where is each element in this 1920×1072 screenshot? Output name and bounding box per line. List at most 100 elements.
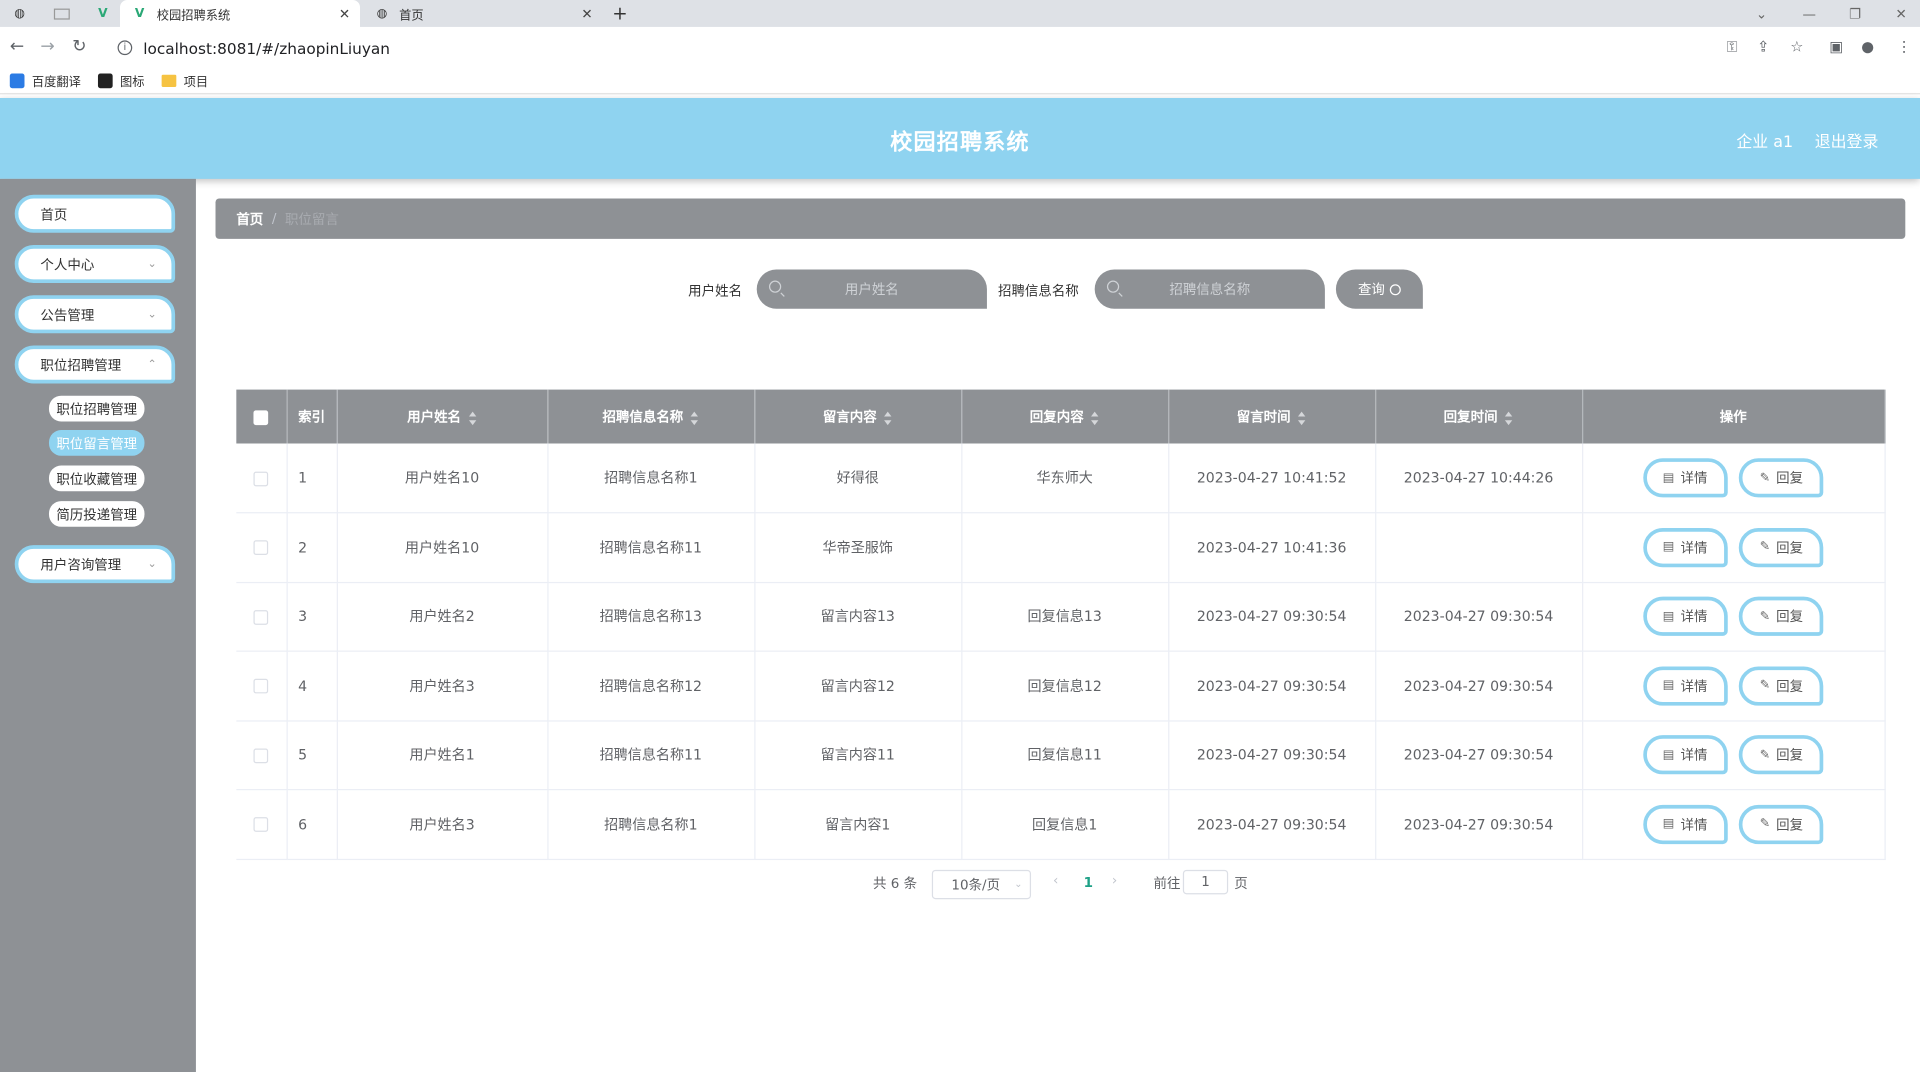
prev-page-icon[interactable]: ‹ (1053, 872, 1058, 888)
breadcrumb-home[interactable]: 首页 (236, 209, 263, 229)
search-icon (1389, 283, 1401, 295)
header-content[interactable]: 留言内容 (754, 389, 962, 444)
share-icon[interactable]: ⇪ (1757, 38, 1769, 55)
sidepanel-icon[interactable]: ▣ (1829, 38, 1843, 55)
row-checkbox[interactable] (253, 540, 269, 556)
profile-icon[interactable]: ● (1861, 38, 1874, 55)
header-label: 留言时间 (1236, 409, 1291, 426)
reply-button[interactable]: ✎ 回复 (1739, 527, 1824, 567)
page-size-select[interactable]: 10条/页 ⌄ (931, 869, 1032, 900)
search-job-input[interactable]: 招聘信息名称 (1094, 269, 1325, 309)
row-checkbox[interactable] (253, 817, 269, 833)
header-index: 索引 (286, 389, 338, 444)
header-label: 用户姓名 (407, 409, 462, 426)
sidebar-item-consult[interactable]: 用户咨询管理 ⌄ (14, 545, 176, 584)
next-page-icon[interactable]: › (1112, 872, 1117, 888)
detail-button[interactable]: ▤ 详情 (1642, 596, 1728, 637)
cell-reply-time: 2023-04-27 09:30:54 (1375, 720, 1583, 791)
tab-blank[interactable] (42, 0, 84, 27)
restore-icon[interactable]: ❐ (1849, 0, 1861, 27)
row-checkbox[interactable] (253, 471, 269, 486)
new-tab-icon[interactable]: + (612, 0, 636, 27)
bookmark-baidu-translate[interactable]: 百度翻译 (9, 71, 81, 89)
page-number-current[interactable]: 1 (1084, 875, 1093, 891)
bookmark-project[interactable]: 项目 (161, 71, 208, 89)
minimize-icon[interactable]: — (1802, 0, 1815, 27)
row-select-cell (236, 651, 288, 721)
row-checkbox[interactable] (253, 748, 269, 763)
row-checkbox[interactable] (253, 609, 269, 625)
query-button[interactable]: 查询 (1335, 269, 1423, 309)
reply-button[interactable]: ✎ 回复 (1739, 596, 1824, 637)
url-field[interactable]: i localhost:8081/#/zhaopinLiuyan (103, 33, 1732, 62)
more-icon[interactable]: ⋮ (1897, 38, 1912, 55)
breadcrumb: 首页 / 职位留言 (215, 198, 1906, 239)
goto-label: 前往 (1153, 875, 1181, 892)
close-icon[interactable]: ✕ (339, 6, 350, 22)
star-icon[interactable]: ☆ (1790, 38, 1803, 55)
sidebar-subitem-job-message[interactable]: 职位留言管理 (48, 430, 145, 456)
detail-button[interactable]: ▤ 详情 (1642, 666, 1728, 706)
table-row: 6 用户姓名3 招聘信息名称1 留言内容1 回复信息1 2023-04-27 0… (236, 789, 1886, 860)
sort-icon[interactable] (884, 411, 893, 425)
cell-reply-time: 2023-04-27 10:44:26 (1375, 443, 1583, 514)
header-job[interactable]: 招聘信息名称 (547, 389, 755, 444)
user-name[interactable]: 企业 a1 (1736, 129, 1793, 152)
bookmark-icon (97, 72, 113, 88)
sidebar-item-profile[interactable]: 个人中心 ⌄ (14, 245, 176, 284)
reload-icon[interactable]: ↻ (72, 37, 86, 57)
detail-button[interactable]: ▤ 详情 (1642, 527, 1728, 567)
edit-icon: ✎ (1759, 609, 1771, 624)
page-jump-input[interactable]: 1 (1182, 869, 1229, 895)
sidebar-subitem-job-favorite[interactable]: 职位收藏管理 (48, 465, 145, 492)
close-icon[interactable]: ✕ (581, 6, 592, 22)
row-checkbox[interactable] (253, 679, 269, 694)
window-close-icon[interactable]: ✕ (1896, 0, 1907, 27)
sort-icon[interactable] (468, 411, 477, 425)
sidebar-subitem-resume[interactable]: 简历投递管理 (48, 501, 145, 527)
sort-icon[interactable] (1297, 411, 1307, 425)
sort-icon[interactable] (1504, 411, 1514, 425)
reply-button[interactable]: ✎ 回复 (1739, 458, 1824, 498)
search-user-input[interactable]: 用户姓名 (756, 269, 987, 309)
header-time[interactable]: 留言时间 (1168, 389, 1376, 444)
reply-button[interactable]: ✎ 回复 (1739, 666, 1824, 706)
tab-home[interactable]: ◍ 首页 ✕ (362, 0, 602, 27)
detail-button[interactable]: ▤ 详情 (1642, 458, 1728, 498)
bookmark-icons[interactable]: 图标 (97, 71, 144, 89)
sort-icon[interactable] (1091, 411, 1100, 425)
sidebar-item-home[interactable]: 首页 (14, 194, 176, 233)
sidebar-item-job[interactable]: 职位招聘管理 ⌃ (14, 345, 176, 384)
breadcrumb-separator: / (271, 210, 277, 227)
back-icon[interactable]: ← (10, 37, 24, 57)
table-row: 4 用户姓名3 招聘信息名称12 留言内容12 回复信息12 2023-04-2… (236, 651, 1886, 721)
logout-link[interactable]: 退出登录 (1815, 129, 1879, 152)
table-header-row: 索引 用户姓名 招聘信息名称 留言内容 回复内容 留言时间 回复时间 操作 (236, 389, 1886, 444)
cell-reply: 回复信息1 (961, 789, 1169, 860)
key-icon[interactable]: ⚿ (1727, 38, 1738, 56)
header-user[interactable]: 用户姓名 (336, 389, 548, 444)
sidebar-item-notice[interactable]: 公告管理 ⌄ (14, 295, 176, 334)
search-user-placeholder: 用户姓名 (844, 281, 899, 298)
edit-icon: ✎ (1759, 471, 1771, 485)
tab-campus-recruit[interactable]: V 校园招聘系统 ✕ (120, 0, 361, 27)
reply-button[interactable]: ✎ 回复 (1739, 735, 1824, 775)
detail-button[interactable]: ▤ 详情 (1642, 735, 1728, 775)
header-reply-time[interactable]: 回复时间 (1375, 389, 1583, 444)
tab-vue[interactable]: V (83, 0, 120, 27)
cell-reply-time: 2023-04-27 09:30:54 (1375, 651, 1583, 721)
sort-icon[interactable] (690, 411, 700, 425)
edit-icon: ✎ (1759, 748, 1771, 762)
table-row: 2 用户姓名10 招聘信息名称11 华帝圣服饰 2023-04-27 10:41… (236, 512, 1886, 583)
sidebar-subitem-job-manage[interactable]: 职位招聘管理 (48, 395, 145, 422)
cell-index: 1 (286, 443, 338, 514)
header-reply[interactable]: 回复内容 (961, 389, 1169, 444)
select-all-checkbox[interactable] (253, 409, 269, 425)
forward-icon[interactable]: → (40, 37, 54, 57)
detail-button[interactable]: ▤ 详情 (1642, 804, 1728, 844)
detail-label: 详情 (1680, 678, 1708, 695)
reply-button[interactable]: ✎ 回复 (1739, 804, 1824, 844)
chevron-down-icon[interactable]: ⌄ (1756, 0, 1767, 27)
cell-actions: ▤ 详情 ✎ 回复 (1582, 720, 1886, 791)
tab-globe[interactable]: ◍ (0, 0, 42, 27)
